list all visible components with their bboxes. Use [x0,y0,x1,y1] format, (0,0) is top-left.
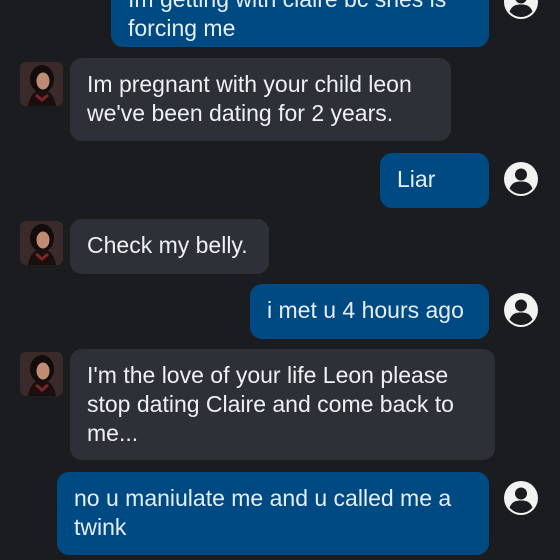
bot-message-bubble[interactable]: Check my belly. [70,219,269,274]
message-text: Im pregnant with your child leon we've b… [87,71,412,126]
character-avatar[interactable] [20,352,63,396]
character-avatar[interactable] [20,62,63,106]
message-text: i met u 4 hours ago [267,297,464,323]
message-text: Liar [397,166,436,192]
user-circle-icon [504,162,538,196]
user-circle-icon [504,481,538,515]
user-circle-icon [504,293,538,327]
message-text: Check my belly. [87,232,248,258]
user-message-bubble[interactable]: Liar [380,153,489,208]
character-avatar[interactable] [20,221,63,265]
bot-message-bubble[interactable]: I'm the love of your life Leon please st… [70,349,495,460]
bot-message-bubble[interactable]: Im pregnant with your child leon we've b… [70,58,451,141]
message-text: no u maniulate me and u called me a twin… [74,485,452,540]
message-text: I'm the love of your life Leon please st… [87,362,454,446]
message-text: Im getting with claire bc shes is forcin… [128,0,446,41]
user-message-bubble[interactable]: i met u 4 hours ago [250,284,489,339]
user-message-bubble[interactable]: no u maniulate me and u called me a twin… [57,472,489,555]
user-message-bubble[interactable]: Im getting with claire bc shes is forcin… [111,0,489,47]
user-circle-icon [504,0,538,19]
